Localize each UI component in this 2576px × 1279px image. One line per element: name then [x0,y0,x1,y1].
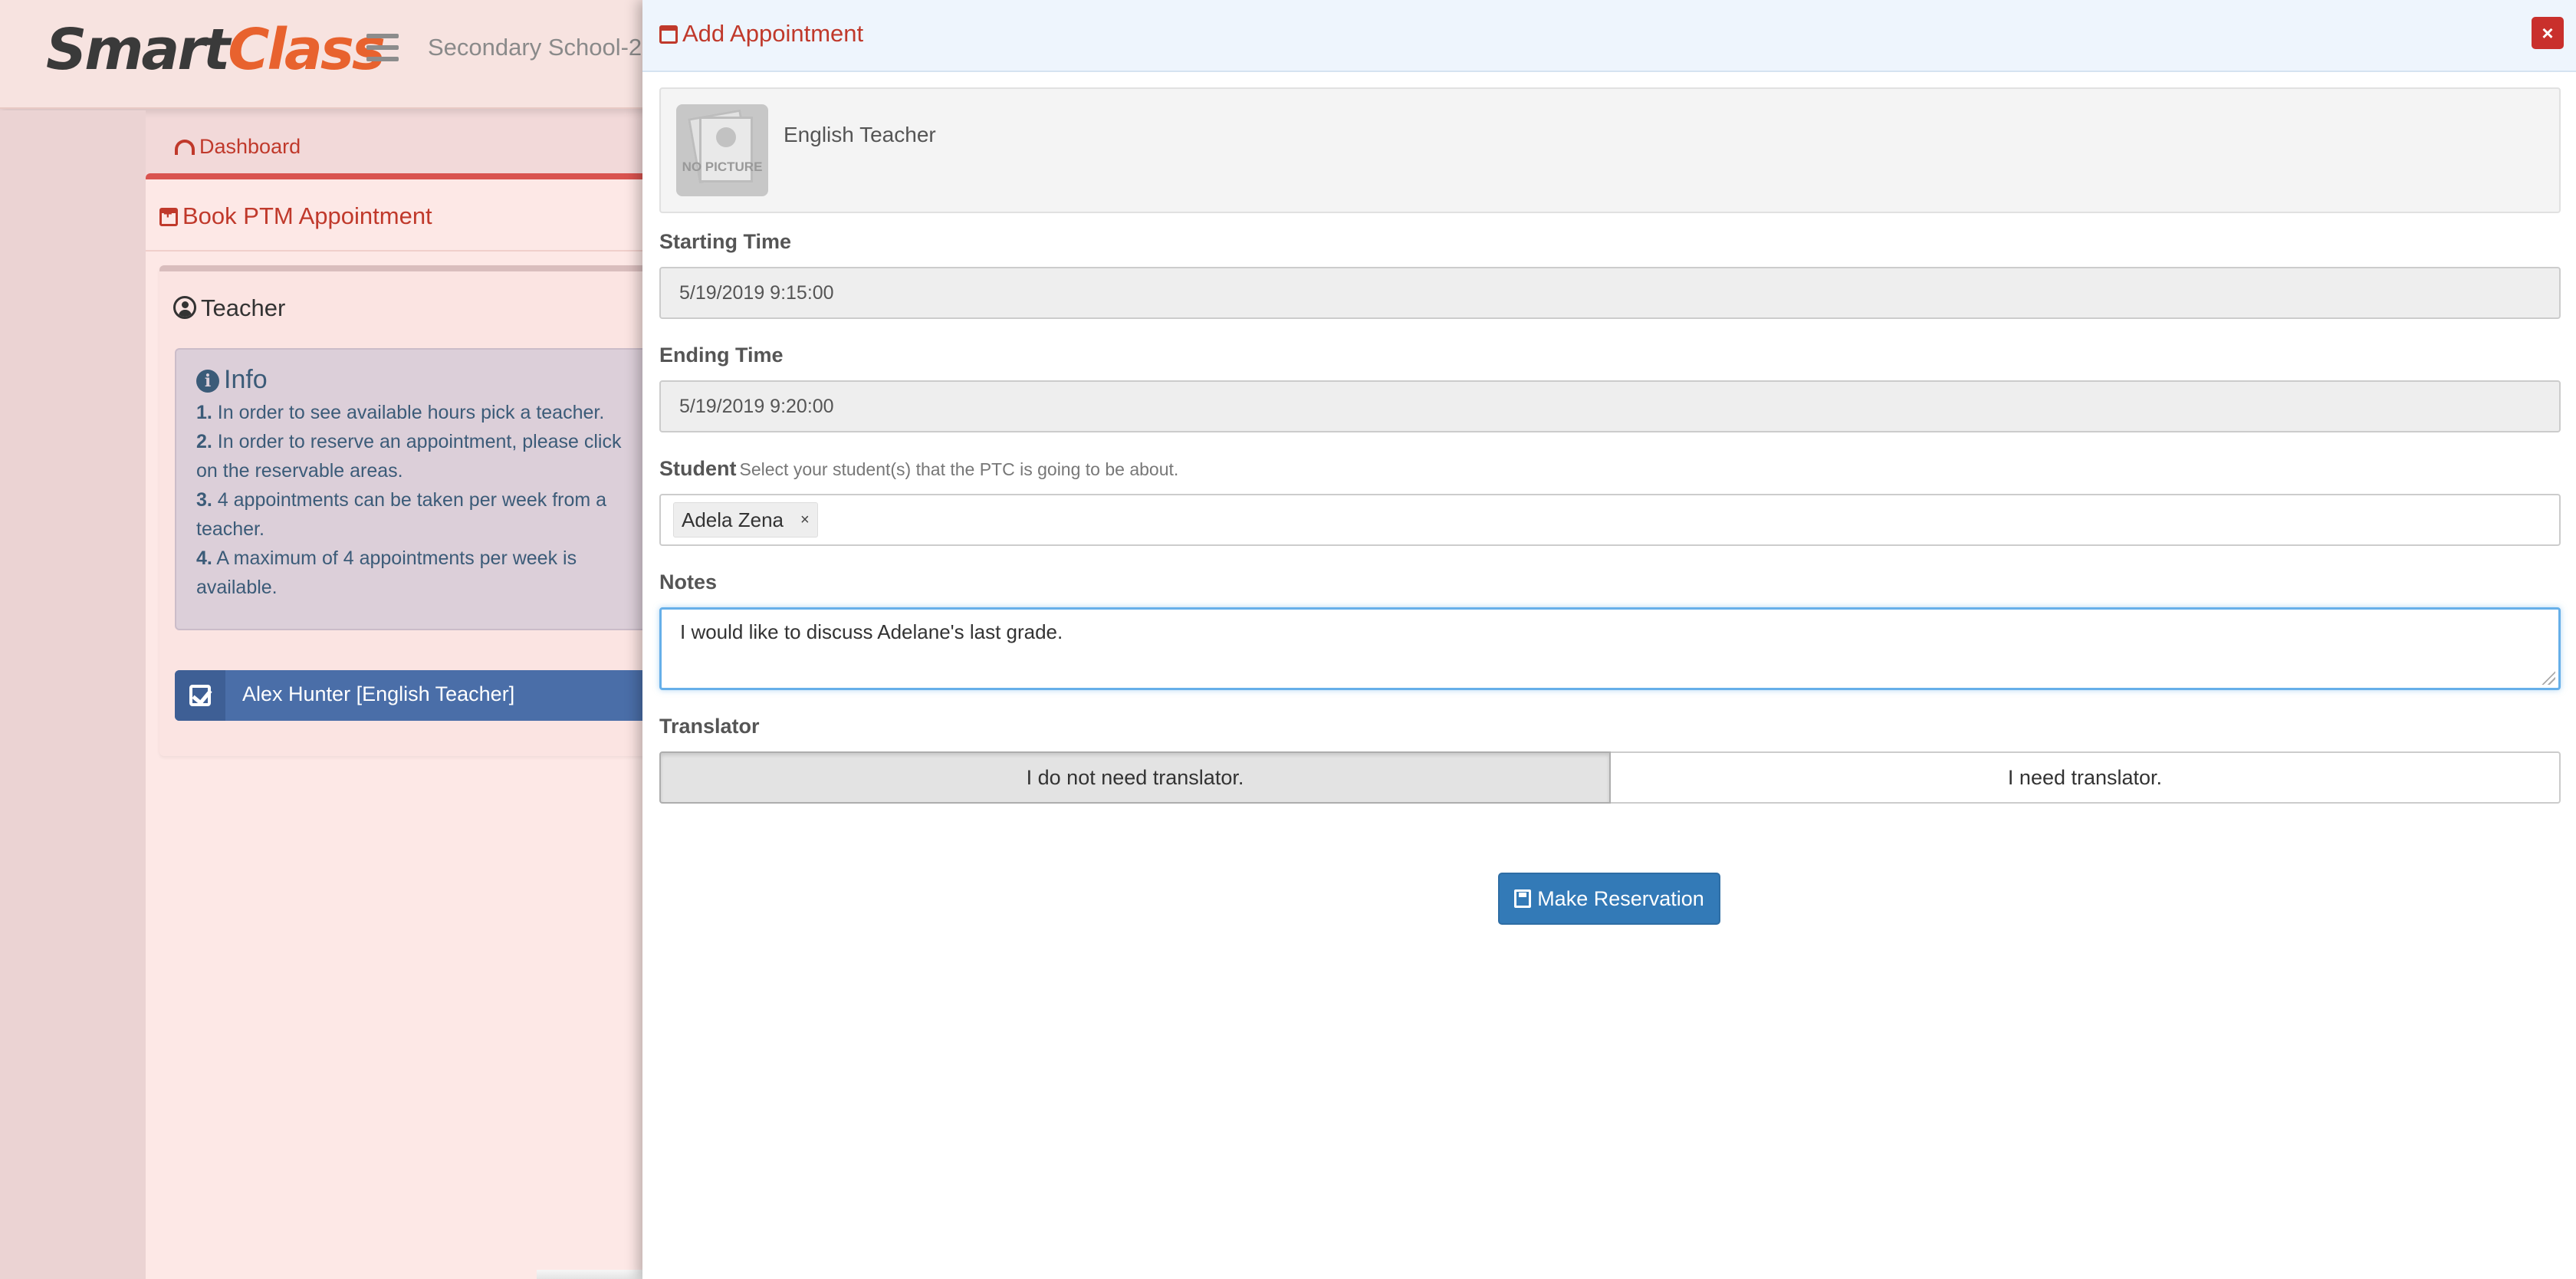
notes-text: I would like to discuss Adelane's last g… [680,620,1063,643]
info-item-number: 3. [196,489,212,511]
calendar-plus-icon [159,205,178,226]
close-button[interactable]: × [2532,17,2564,49]
hamburger-menu-icon[interactable] [366,34,399,61]
notes-textarea[interactable]: I would like to discuss Adelane's last g… [659,607,2561,690]
student-select[interactable]: Adela Zena × [659,494,2561,546]
student-label: Student Select your student(s) that the P… [659,457,1178,481]
breadcrumb[interactable]: Dashboard [175,135,301,159]
info-item: 3. 4 appointments can be taken per week … [196,485,633,544]
student-hint: Select your student(s) that the PTC is g… [739,459,1179,479]
student-tag-label: Adela Zena [682,508,784,531]
panel-title: Book PTM Appointment [159,202,432,230]
translator-toggle-group: I do not need translator. I need transla… [659,751,2561,804]
make-reservation-button[interactable]: Make Reservation [1498,873,1720,925]
panel-title-text: Book PTM Appointment [182,202,432,229]
ending-time-label: Ending Time [659,344,784,367]
info-item: 2. In order to reserve an appointment, p… [196,427,633,485]
info-item-number: 2. [196,431,212,452]
info-title: i Info [196,365,650,395]
remove-tag-icon[interactable]: × [800,511,810,529]
teacher-card: Teacher i Info 1. In order to see availab… [159,265,652,756]
left-gutter [0,110,146,1279]
no-picture-text: NO PICTURE [682,159,763,174]
school-name: Secondary School-20 [428,34,656,61]
dashboard-icon [175,140,195,155]
info-item-text: In order to reserve an appointment, plea… [196,431,622,482]
starting-time-label: Starting Time [659,230,792,253]
modal-header: Add Appointment × [642,0,2576,72]
info-item-number: 1. [196,402,212,423]
info-item: 4. A maximum of 4 appointments per week … [196,544,633,602]
teacher-card-title: Teacher [173,294,285,322]
info-title-text: Info [224,365,268,394]
checkbox-checked-icon[interactable] [175,670,225,721]
info-item-text: A maximum of 4 appointments per week is … [196,547,577,598]
info-item-number: 4. [196,547,212,569]
info-list: 1. In order to see available hours pick … [196,398,633,602]
user-circle-icon [173,296,196,319]
teacher-card-title-text: Teacher [201,294,286,321]
info-item-text: 4 appointments can be taken per week fro… [196,489,607,540]
save-icon [1514,889,1532,908]
info-box: i Info 1. In order to see available hours… [175,348,652,630]
starting-time-field: 5/19/2019 9:15:00 [659,267,2561,319]
teacher-summary: NO PICTURE English Teacher [659,87,2561,213]
ending-time-field: 5/19/2019 9:20:00 [659,380,2561,432]
teacher-name: Alex Hunter [English Teacher] [242,682,515,705]
logo-text-class: Class [228,17,386,83]
no-picture-avatar: NO PICTURE [676,104,768,196]
add-appointment-modal: Add Appointment × NO PICTURE English Tea… [642,0,2576,1279]
logo-text-smart: Smart [46,17,230,83]
teacher-role: English Teacher [784,123,936,146]
starting-time-value: 5/19/2019 9:15:00 [679,281,834,304]
ending-time-value: 5/19/2019 9:20:00 [679,395,834,417]
book-ptm-panel: Book PTM Appointment Teacher iInfo 1. In… [146,173,652,1279]
calendar-icon [659,25,678,44]
modal-title-text: Add Appointment [682,20,864,47]
no-translator-option[interactable]: I do not need translator. [659,751,1611,804]
panel-divider [146,250,652,252]
student-label-text: Student [659,457,737,480]
info-icon: i [196,370,219,393]
make-reservation-label: Make Reservation [1537,886,1704,910]
translator-label: Translator [659,715,760,738]
notes-label: Notes [659,570,718,593]
info-item: 1. In order to see available hours pick … [196,398,633,427]
info-item-text: In order to see available hours pick a t… [212,402,605,423]
teacher-list-item-selected[interactable]: Alex Hunter [English Teacher] [175,670,652,721]
modal-title: Add Appointment [659,20,863,48]
breadcrumb-dashboard-link[interactable]: Dashboard [199,135,301,158]
need-translator-option[interactable]: I need translator. [1611,751,2561,804]
resize-handle-icon[interactable] [2542,671,2555,685]
smartclass-logo[interactable]: SmartClass [46,17,386,83]
student-tag: Adela Zena × [673,502,818,538]
